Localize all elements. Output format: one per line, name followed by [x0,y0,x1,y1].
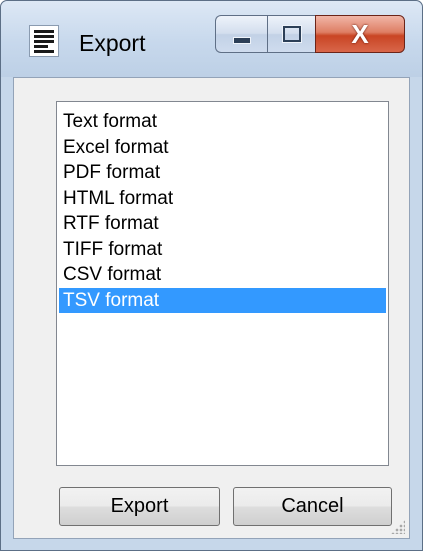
export-dialog: Export X Text format Excel format PDF fo… [0,0,423,551]
close-icon: X [351,19,369,49]
title-bar[interactable]: Export X [1,1,422,77]
list-item-text-format[interactable]: Text format [59,109,386,135]
list-item-tsv-format[interactable]: TSV format [59,287,386,313]
list-item-excel-format[interactable]: Excel format [59,135,386,161]
window-title: Export [79,30,146,56]
export-button[interactable]: Export [59,487,220,526]
minimize-icon [232,36,251,44]
dialog-body: Text format Excel format PDF format HTML… [13,77,410,539]
maximize-icon [282,26,301,42]
list-item-pdf-format[interactable]: PDF format [59,160,386,186]
close-button[interactable]: X [315,15,405,53]
list-item-html-format[interactable]: HTML format [59,186,386,212]
list-item-rtf-format[interactable]: RTF format [59,211,386,237]
resize-grip-icon[interactable] [391,520,405,534]
format-listbox[interactable]: Text format Excel format PDF format HTML… [56,101,389,466]
maximize-button[interactable] [267,15,315,53]
list-item-tiff-format[interactable]: TIFF format [59,237,386,263]
document-lines-icon[interactable] [29,25,59,57]
minimize-button[interactable] [215,15,267,53]
caption-buttons: X [215,15,405,55]
list-item-csv-format[interactable]: CSV format [59,262,386,288]
cancel-button[interactable]: Cancel [233,487,392,526]
